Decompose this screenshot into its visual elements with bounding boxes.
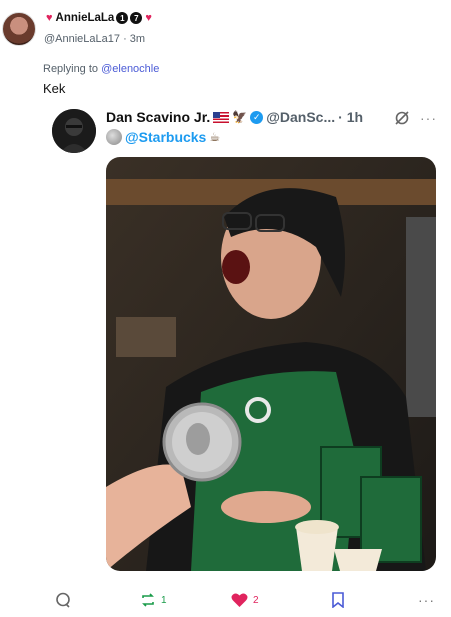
action-bar: 1 2 ··· — [0, 592, 451, 614]
quoted-mention[interactable]: @Starbucks — [125, 129, 206, 145]
heart-icon: ♥ — [145, 12, 152, 24]
bookmark-button[interactable] — [331, 592, 345, 608]
quoted-text: @Starbucks ☕ — [106, 129, 220, 145]
moon-icon — [106, 129, 122, 145]
coffee-icon: ☕ — [209, 130, 221, 144]
like-button[interactable]: 2 — [231, 592, 259, 608]
avatar[interactable] — [2, 12, 36, 46]
replying-to-mention[interactable]: @elenochle — [101, 63, 159, 75]
reply-button[interactable] — [55, 592, 76, 608]
eagle-icon: 🦅 — [232, 110, 248, 124]
badge-1: 1 — [116, 12, 129, 24]
replying-to: Replying to @elenochle — [43, 63, 159, 75]
barista-photo — [106, 157, 436, 571]
no-reply-icon[interactable] — [394, 110, 410, 131]
author-name[interactable]: ♥ AnnieLaLa 1 7 ♥ — [44, 12, 154, 24]
repost-count: 1 — [161, 594, 167, 606]
handle-line: @AnnieLaLa17 · 3m — [44, 33, 145, 45]
quoted-time[interactable]: · 1h — [338, 109, 363, 125]
heart-icon — [231, 593, 248, 607]
badge-2: 7 — [130, 12, 143, 24]
quoted-handle[interactable]: @DanSc... — [266, 109, 335, 125]
quoted-author-name: Dan Scavino Jr. — [106, 109, 211, 125]
more-button[interactable]: ··· — [418, 592, 435, 608]
more-icon[interactable]: ··· — [420, 110, 437, 126]
repost-icon — [142, 593, 154, 607]
post-text: Kek — [43, 81, 66, 96]
bookmark-icon — [332, 592, 344, 608]
reply-icon — [56, 592, 70, 608]
post-image[interactable] — [106, 157, 436, 571]
more-icon: ··· — [418, 592, 435, 608]
author-name-text: AnnieLaLa — [55, 12, 115, 24]
replying-prefix: Replying to — [43, 63, 102, 75]
quoted-author[interactable]: Dan Scavino Jr. 🦅 ✓ @DanSc... · 1h — [106, 109, 363, 125]
timestamp[interactable]: 3m — [130, 33, 145, 45]
time-separator: · — [120, 33, 130, 45]
like-count: 2 — [253, 594, 259, 606]
flag-icon — [213, 111, 230, 123]
author-handle[interactable]: @AnnieLaLa17 — [44, 33, 120, 45]
quoted-avatar[interactable] — [52, 109, 96, 153]
repost-button[interactable]: 1 — [140, 592, 167, 608]
verified-icon: ✓ — [250, 110, 264, 124]
heart-icon: ♥ — [46, 12, 53, 24]
